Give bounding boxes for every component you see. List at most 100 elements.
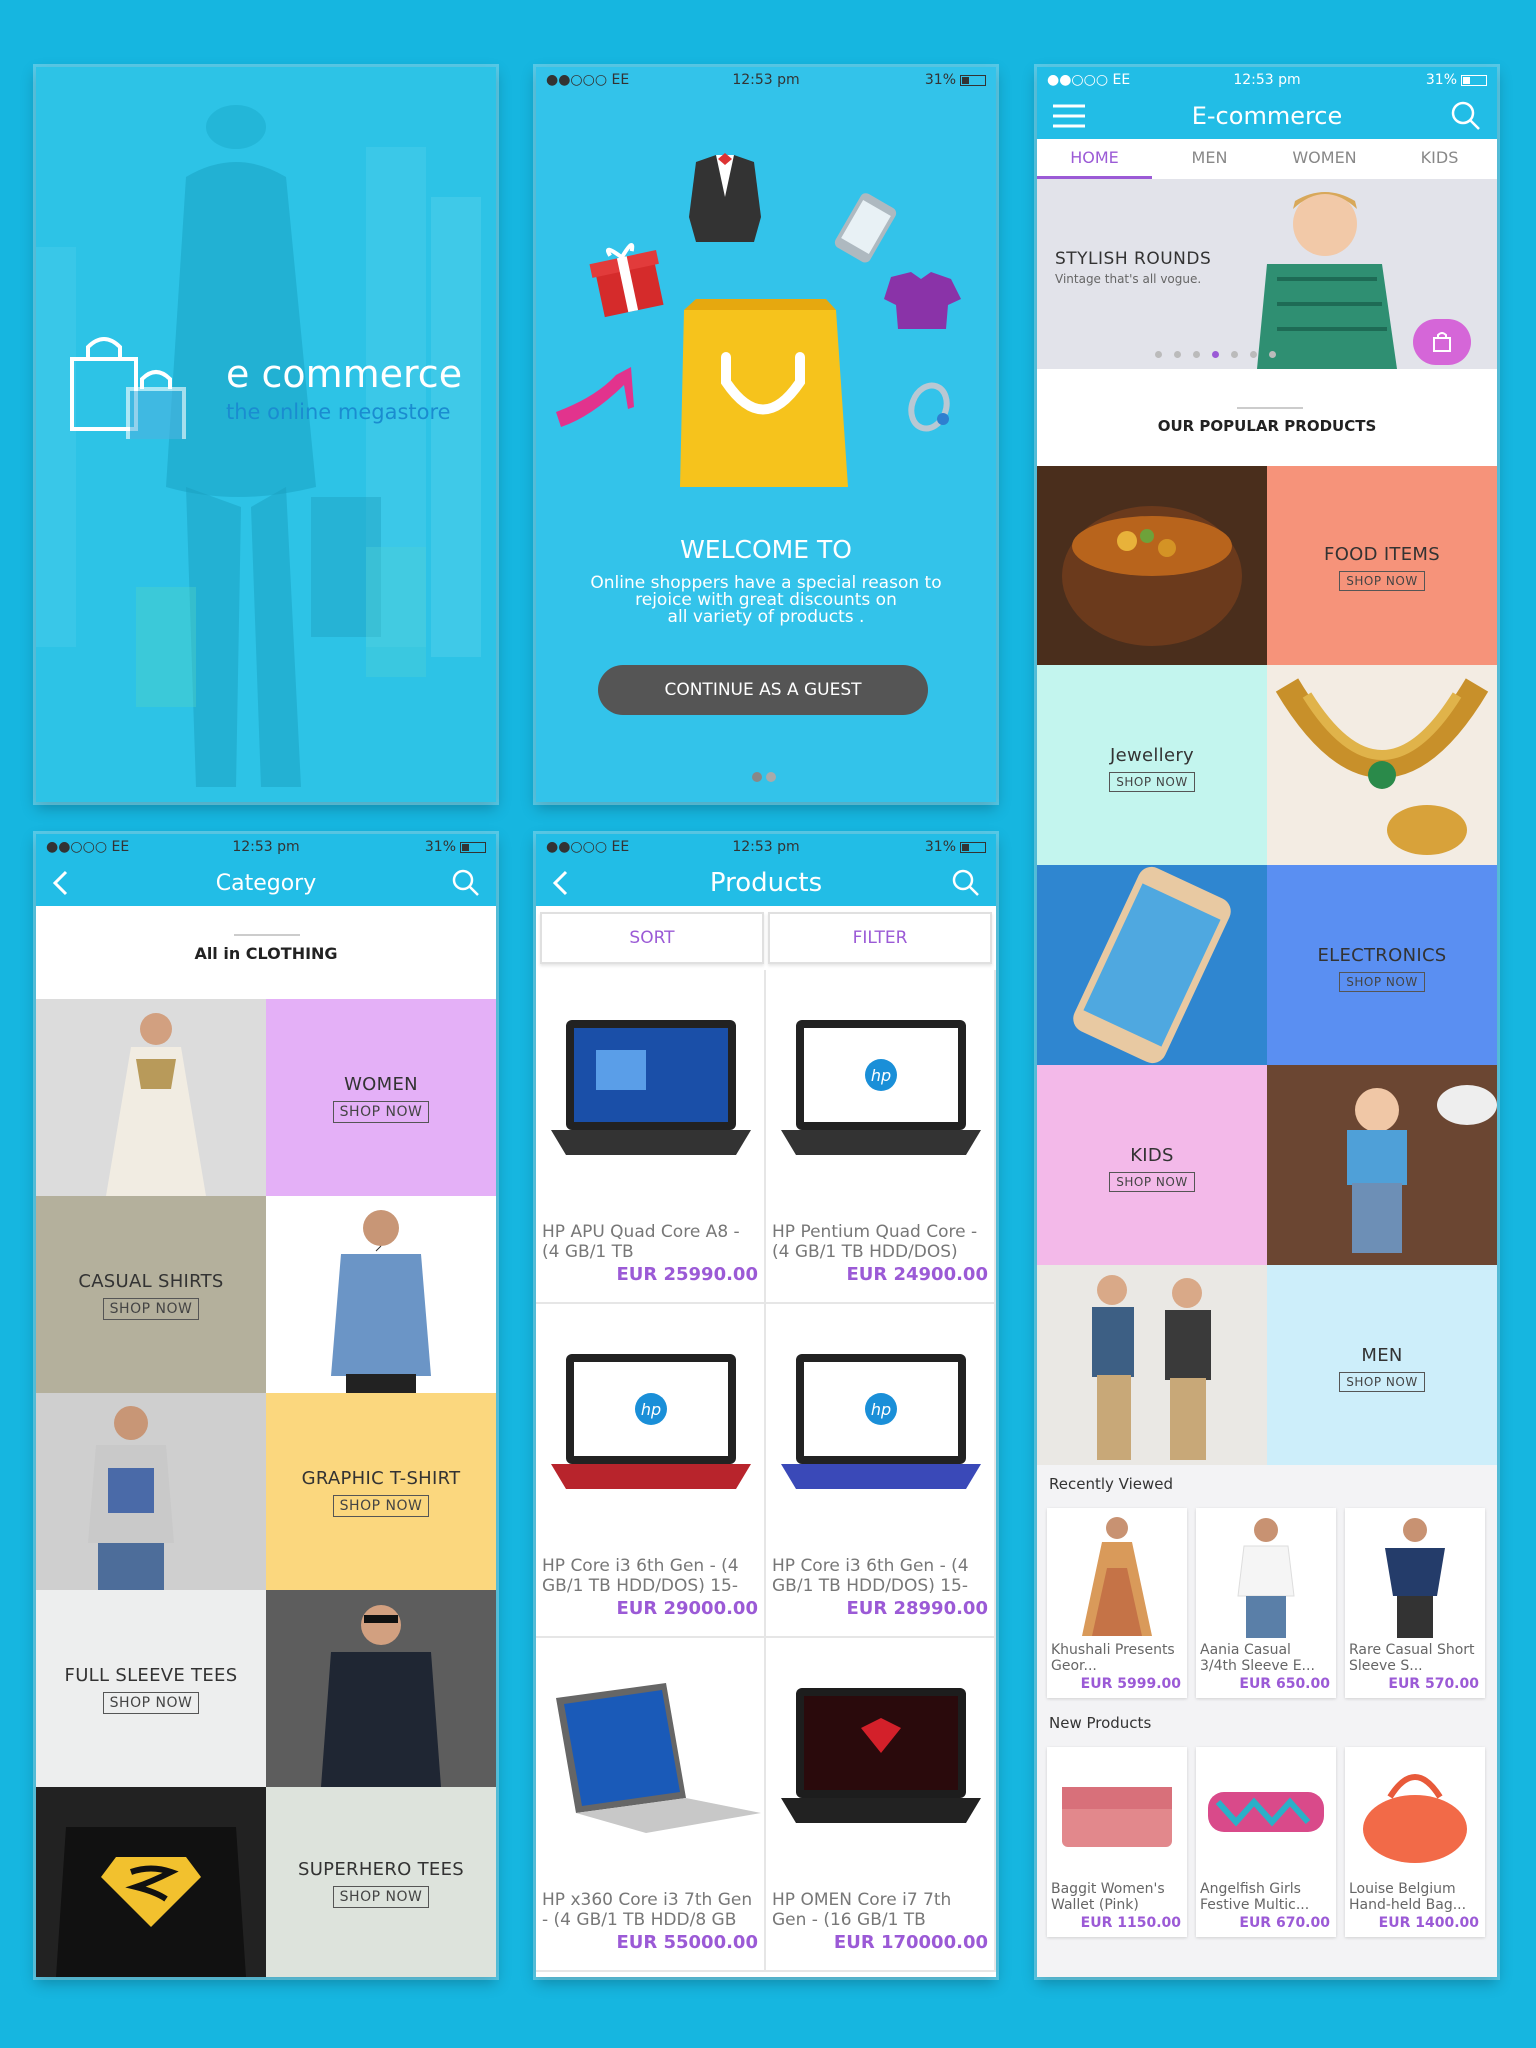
back-arrow-icon[interactable] [50,868,74,898]
product-price: EUR 170000.00 [833,1932,988,1953]
tile-label: MEN [1361,1345,1403,1366]
electronics-photo[interactable] [1037,865,1267,1065]
shop-now-button[interactable]: SHOP NOW [102,1692,200,1714]
product-name: HP APU Quad Core A8 - (4 GB/1 TB HDD/Win… [542,1222,740,1262]
kids-photo[interactable] [1267,1065,1497,1265]
page-indicator[interactable] [752,772,776,782]
shop-now-button[interactable]: SHOP NOW [1339,1372,1425,1392]
shop-now-button[interactable]: SHOP NOW [332,1101,430,1123]
gaming-laptop-image [781,1688,981,1823]
suit-jacket-icon [689,153,761,242]
casual-shirt-photo[interactable] [266,1196,496,1393]
men-models-image [1092,1275,1211,1460]
shop-now-button[interactable]: SHOP NOW [1109,772,1195,792]
banner-subtitle: Vintage that's all vogue. [1055,272,1202,286]
gift-box-icon [589,243,664,318]
laptop-image: hp [551,1354,751,1489]
product-card[interactable]: hp HP Core i3 6th Gen - (4 GB/1 TB HDD/D… [536,1304,766,1638]
category-tile-men[interactable]: MEN SHOP NOW [1267,1265,1497,1465]
product-price: EUR 24900.00 [846,1264,988,1285]
cart-button[interactable] [1413,319,1471,365]
new-item-card[interactable]: Louise Belgium Hand-held Bag... EUR 1400… [1345,1747,1485,1937]
jewellery-photo[interactable] [1267,665,1497,865]
battery-percent: 31% [424,839,456,855]
popular-products-title: OUR POPULAR PRODUCTS [1157,417,1377,435]
welcome-screen: ●●○○○ EE 12:53 pm 31% WELCOME TO Online … [536,67,996,802]
item-name: Angelfish Girls Festive Multic... [1200,1881,1310,1913]
shop-now-button[interactable]: SHOP NOW [332,1495,430,1517]
shop-now-button[interactable]: SHOP NOW [1109,1172,1195,1192]
sort-button[interactable]: SORT [540,912,764,964]
svg-text:hp: hp [871,1066,891,1085]
search-icon[interactable] [950,868,980,898]
product-card[interactable]: hp HP Pentium Quad Core - (4 GB/1 TB HDD… [766,970,996,1304]
recent-item-card[interactable]: Khushali Presents Geor... EUR 5999.00 [1047,1508,1187,1698]
category-screen: ●●○○○ EE 12:53 pm 31% Category All in CL… [36,834,496,1977]
welcome-text-line-3: all variety of products . [667,607,865,627]
carousel-dots[interactable] [1155,351,1276,358]
category-tile-superhero-tees[interactable]: SUPERHERO TEES SHOP NOW [266,1787,496,1977]
men-photo[interactable] [1037,1265,1267,1465]
product-name: HP OMEN Core i7 7th Gen - (16 GB/1 TB HD… [772,1890,952,1930]
item-name: Khushali Presents Geor... [1051,1642,1175,1674]
tab-home[interactable]: HOME [1037,139,1152,179]
filter-button[interactable]: FILTER [768,912,992,964]
graphic-tshirt-photo[interactable] [36,1393,266,1590]
smartphone-icon [834,193,897,263]
shopping-bags-logo-icon [70,337,186,439]
category-tile-food[interactable]: FOOD ITEMS SHOP NOW [1267,466,1497,665]
women-photo[interactable] [36,999,266,1196]
category-tile-graphic-tshirt[interactable]: GRAPHIC T-SHIRT SHOP NOW [266,1393,496,1590]
search-icon[interactable] [1449,101,1481,131]
tile-label: KIDS [1130,1145,1174,1166]
product-card[interactable]: HP APU Quad Core A8 - (4 GB/1 TB HDD/Win… [536,970,766,1304]
continue-as-guest-button[interactable]: CONTINUE AS A GUEST [598,665,928,715]
food-photo[interactable] [1037,466,1267,665]
shop-now-button[interactable]: SHOP NOW [102,1298,200,1320]
wallet-image [1062,1787,1172,1847]
item-name: Louise Belgium Hand-held Bag... [1349,1881,1467,1913]
clutch-image [1208,1792,1324,1832]
category-tile-casual-shirts[interactable]: CASUAL SHIRTS SHOP NOW [36,1196,266,1393]
status-bar: ●●○○○ EE 12:53 pm 31% [1037,67,1497,93]
shop-now-button[interactable]: SHOP NOW [332,1886,430,1908]
hamburger-menu-icon[interactable] [1051,101,1087,131]
page-title: Category [215,870,317,896]
tile-label: FULL SLEEVE TEES [64,1665,238,1686]
tile-label: GRAPHIC T-SHIRT [301,1468,461,1489]
item-name: Rare Casual Short Sleeve S... [1349,1642,1475,1674]
product-name: HP Core i3 6th Gen - (4 GB/1 TB HDD/DOS)… [772,1556,969,1596]
app-title: E-commerce [1191,102,1343,130]
high-heel-icon [556,367,634,427]
new-item-card[interactable]: Angelfish Girls Festive Multic... EUR 67… [1196,1747,1336,1937]
item-price: EUR 1400.00 [1378,1915,1479,1931]
category-tile-full-sleeve-tees[interactable]: FULL SLEEVE TEES SHOP NOW [36,1590,266,1787]
category-tile-kids[interactable]: KIDS SHOP NOW [1037,1065,1267,1265]
hero-banner[interactable]: STYLISH ROUNDS Vintage that's all vogue. [1037,179,1497,369]
full-sleeve-photo[interactable] [266,1590,496,1787]
carrier-signal: ●●○○○ EE [546,839,630,855]
battery-icon [960,841,986,853]
product-card[interactable]: hp HP Core i3 6th Gen - (4 GB/1 TB HDD/D… [766,1304,996,1638]
search-icon[interactable] [450,868,480,898]
shop-now-button[interactable]: SHOP NOW [1339,972,1425,992]
back-arrow-icon[interactable] [550,868,574,898]
new-item-card[interactable]: Baggit Women's Wallet (Pink) EUR 1150.00 [1047,1747,1187,1937]
category-tile-electronics[interactable]: ELECTRONICS SHOP NOW [1267,865,1497,1065]
tile-label: ELECTRONICS [1317,945,1447,966]
tab-kids[interactable]: KIDS [1382,139,1497,179]
carrier-signal: ●●○○○ EE [46,839,130,855]
category-tile-jewellery[interactable]: Jewellery SHOP NOW [1037,665,1267,865]
tab-women[interactable]: WOMEN [1267,139,1382,179]
shop-now-button[interactable]: SHOP NOW [1339,571,1425,591]
brand-tagline: the online megastore [226,400,451,424]
recent-item-card[interactable]: Aania Casual 3/4th Sleeve E... EUR 650.0… [1196,1508,1336,1698]
superhero-photo[interactable] [36,1787,266,1977]
tab-men[interactable]: MEN [1152,139,1267,179]
product-card[interactable]: HP OMEN Core i7 7th Gen - (16 GB/1 TB HD… [766,1638,996,1972]
product-card[interactable]: HP x360 Core i3 7th Gen - (4 GB/1 TB HDD… [536,1638,766,1972]
battery-icon [460,841,486,853]
category-tile-women[interactable]: WOMEN SHOP NOW [266,999,496,1196]
recent-item-card[interactable]: Rare Casual Short Sleeve S... EUR 570.00 [1345,1508,1485,1698]
sweatshirt-model-image [321,1605,441,1787]
